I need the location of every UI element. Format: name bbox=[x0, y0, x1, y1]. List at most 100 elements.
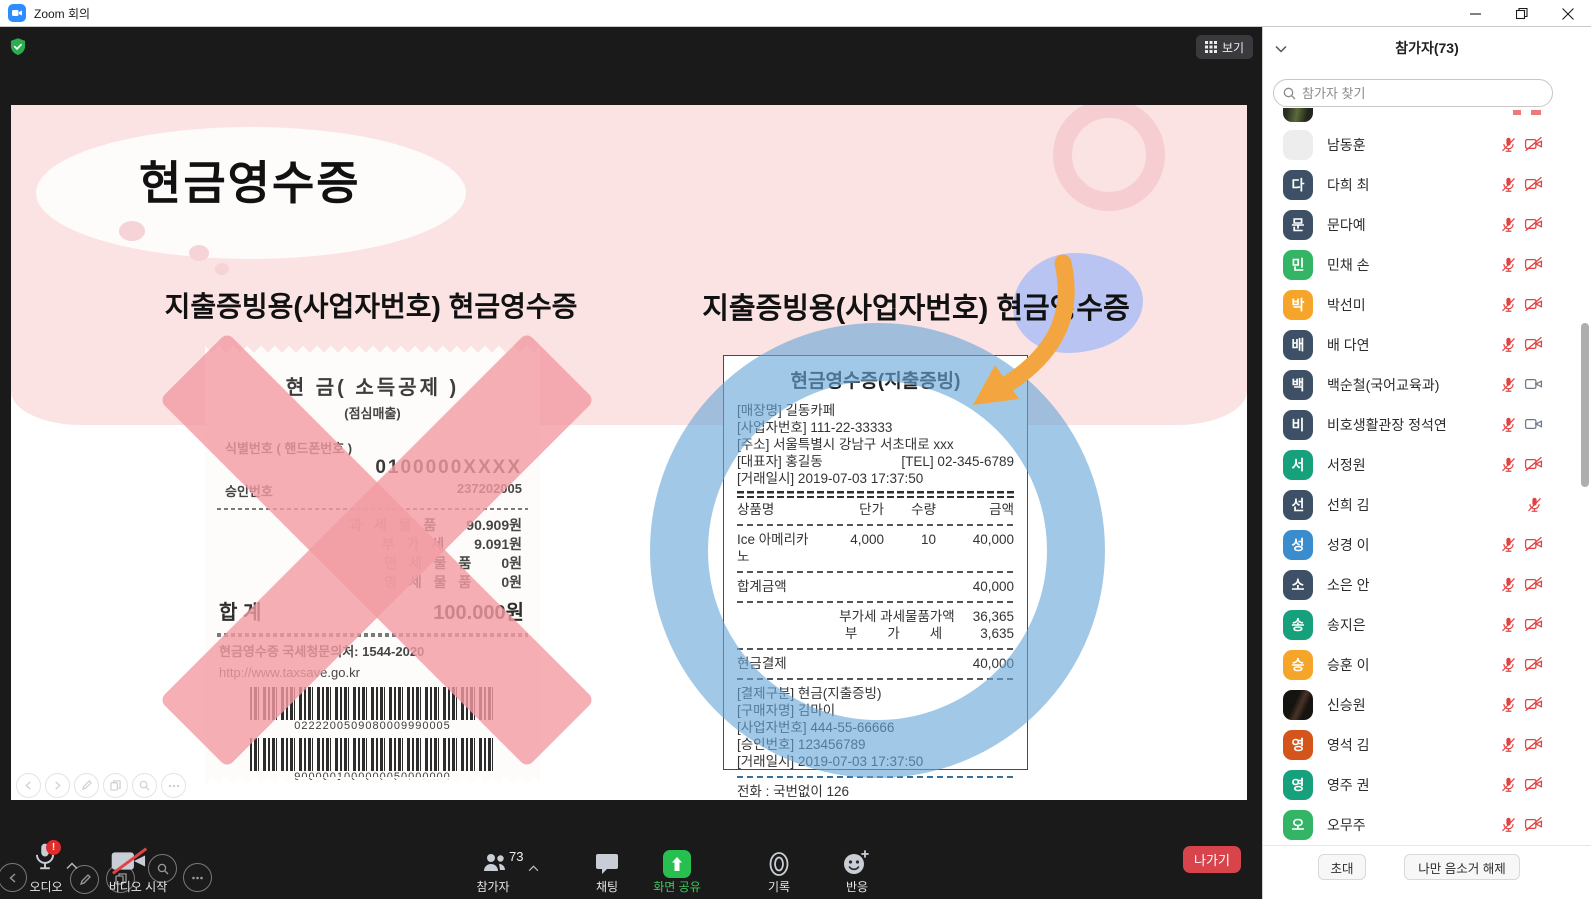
camera-off-icon bbox=[1524, 296, 1543, 312]
participant-row[interactable]: 다다희 최 bbox=[1263, 165, 1581, 205]
panel-footer: 초대 나만 음소거 해제 bbox=[1263, 845, 1591, 899]
chat-button-label[interactable]: 채팅 bbox=[578, 878, 636, 895]
participant-row[interactable]: 백백순철(국어교육과) bbox=[1263, 365, 1581, 405]
participant-row[interactable]: 영영석 김 bbox=[1263, 725, 1581, 765]
participant-avatar bbox=[1283, 690, 1313, 720]
grid-view-icon bbox=[1205, 41, 1217, 53]
prev-slide-button[interactable] bbox=[16, 773, 41, 798]
pen-button[interactable] bbox=[74, 773, 99, 798]
participants-button-label[interactable]: 참가자 bbox=[462, 878, 524, 895]
participant-name: 소은 안 bbox=[1327, 575, 1370, 595]
mic-muted-icon bbox=[1526, 496, 1543, 513]
participant-name: 성경 이 bbox=[1327, 535, 1370, 555]
barcode-2 bbox=[250, 738, 495, 771]
participant-search-input[interactable] bbox=[1302, 86, 1522, 101]
participant-row[interactable]: 성성경 이 bbox=[1263, 525, 1581, 565]
participant-avatar: 영 bbox=[1283, 770, 1313, 800]
panel-scrollbar-thumb[interactable] bbox=[1581, 323, 1589, 487]
mic-muted-icon bbox=[1500, 616, 1517, 633]
video-button-label[interactable]: 비디오 시작 bbox=[98, 878, 178, 895]
participant-row[interactable]: 서서정원 bbox=[1263, 445, 1581, 485]
reactions-button-label[interactable]: 반응 bbox=[828, 878, 886, 895]
camera-off-icon bbox=[1524, 616, 1543, 632]
slide-nav-toolbar bbox=[16, 773, 186, 798]
unmute-self-button[interactable]: 나만 음소거 해제 bbox=[1404, 854, 1520, 880]
share-button-label[interactable]: 화면 공유 bbox=[642, 878, 712, 895]
camera-on-icon bbox=[1524, 376, 1543, 392]
annot-more-button[interactable] bbox=[183, 863, 212, 892]
participant-name: 영석 김 bbox=[1327, 735, 1370, 755]
zoom-logo-icon bbox=[8, 4, 26, 22]
view-button[interactable]: 보기 bbox=[1196, 35, 1253, 59]
participant-row[interactable]: 송송지은 bbox=[1263, 605, 1581, 645]
participant-name: 신승원 bbox=[1327, 695, 1366, 715]
participant-name: 선희 김 bbox=[1327, 495, 1370, 515]
security-shield-icon[interactable] bbox=[8, 37, 28, 62]
camera-off-icon bbox=[1524, 176, 1543, 192]
record-button-label[interactable]: 기록 bbox=[750, 878, 808, 895]
close-button[interactable] bbox=[1545, 0, 1591, 27]
participant-row[interactable]: 승승훈 이 bbox=[1263, 645, 1581, 685]
participant-name: 박선미 bbox=[1327, 295, 1366, 315]
screen-share-icon[interactable] bbox=[663, 850, 691, 878]
mic-muted-icon bbox=[1500, 256, 1517, 273]
mic-muted-icon bbox=[1500, 656, 1517, 673]
pages-button[interactable] bbox=[103, 773, 128, 798]
leave-button[interactable]: 나가기 bbox=[1183, 846, 1241, 873]
camera-off-icon bbox=[1524, 256, 1543, 272]
participant-row[interactable]: 선선희 김 bbox=[1263, 485, 1581, 525]
participant-search[interactable] bbox=[1273, 79, 1553, 107]
next-slide-button[interactable] bbox=[45, 773, 70, 798]
participant-row[interactable]: 소소은 안 bbox=[1263, 565, 1581, 605]
camera-off-icon bbox=[1524, 456, 1543, 472]
restore-button[interactable] bbox=[1499, 0, 1545, 27]
audio-button-label[interactable]: 오디오 bbox=[18, 878, 74, 895]
zoom-app: Zoom 회의 보기 bbox=[0, 0, 1591, 899]
camera-off-icon bbox=[1524, 576, 1543, 592]
left-receipt-heading: 지출증빙용(사업자번호) 현금영수증 bbox=[91, 285, 651, 325]
audio-caret-icon[interactable] bbox=[66, 857, 78, 875]
camera-off-icon[interactable] bbox=[108, 846, 150, 881]
participant-row[interactable]: 배 배 다연 bbox=[1263, 325, 1581, 365]
camera-off-icon bbox=[1524, 816, 1543, 832]
mic-muted-icon bbox=[1500, 776, 1517, 793]
participant-avatar bbox=[1283, 130, 1313, 160]
more-button[interactable] bbox=[161, 773, 186, 798]
participant-row[interactable]: 신승원 bbox=[1263, 685, 1581, 725]
participant-name: 오무주 bbox=[1327, 815, 1366, 835]
participant-avatar: 민 bbox=[1283, 250, 1313, 280]
camera-off-icon bbox=[1524, 656, 1543, 672]
participant-name: 다희 최 bbox=[1327, 175, 1370, 195]
participant-row[interactable]: 영영주 권 bbox=[1263, 765, 1581, 805]
titlebar: Zoom 회의 bbox=[0, 0, 1591, 27]
participant-name: 배 다연 bbox=[1327, 335, 1370, 355]
zoom-magnifier-button[interactable] bbox=[132, 773, 157, 798]
window-title: Zoom 회의 bbox=[34, 5, 90, 22]
participant-row[interactable]: 오오무주 bbox=[1263, 805, 1581, 845]
invite-button[interactable]: 초대 bbox=[1318, 854, 1366, 880]
camera-off-icon bbox=[1524, 216, 1543, 232]
minimize-button[interactable] bbox=[1453, 0, 1499, 27]
participant-avatar: 백 bbox=[1283, 370, 1313, 400]
slide-title: 현금영수증 bbox=[139, 147, 361, 213]
camera-off-icon bbox=[1524, 536, 1543, 552]
mic-muted-icon bbox=[1500, 696, 1517, 713]
decor-dot bbox=[119, 221, 145, 241]
participant-row[interactable]: 남동훈 bbox=[1263, 125, 1581, 165]
camera-off-icon bbox=[1524, 136, 1543, 152]
participant-row[interactable]: 민민채 손 bbox=[1263, 245, 1581, 285]
participant-row[interactable]: 비비호생활관장 정석연 bbox=[1263, 405, 1581, 445]
decor-dot bbox=[189, 245, 209, 261]
camera-off-icon bbox=[1524, 736, 1543, 752]
camera-off-icon bbox=[1524, 776, 1543, 792]
participant-row[interactable]: 박박선미 bbox=[1263, 285, 1581, 325]
camera-off-icon bbox=[1524, 696, 1543, 712]
participant-row[interactable]: 문문다예 bbox=[1263, 205, 1581, 245]
mic-muted-icon bbox=[1500, 536, 1517, 553]
participant-avatar: 배 bbox=[1283, 330, 1313, 360]
decor-dot bbox=[215, 263, 229, 275]
participants-icon[interactable] bbox=[482, 851, 508, 880]
participants-caret-icon[interactable] bbox=[528, 859, 539, 877]
chat-icon[interactable] bbox=[595, 852, 619, 880]
participant-name: 비호생활관장 정석연 bbox=[1327, 415, 1447, 435]
